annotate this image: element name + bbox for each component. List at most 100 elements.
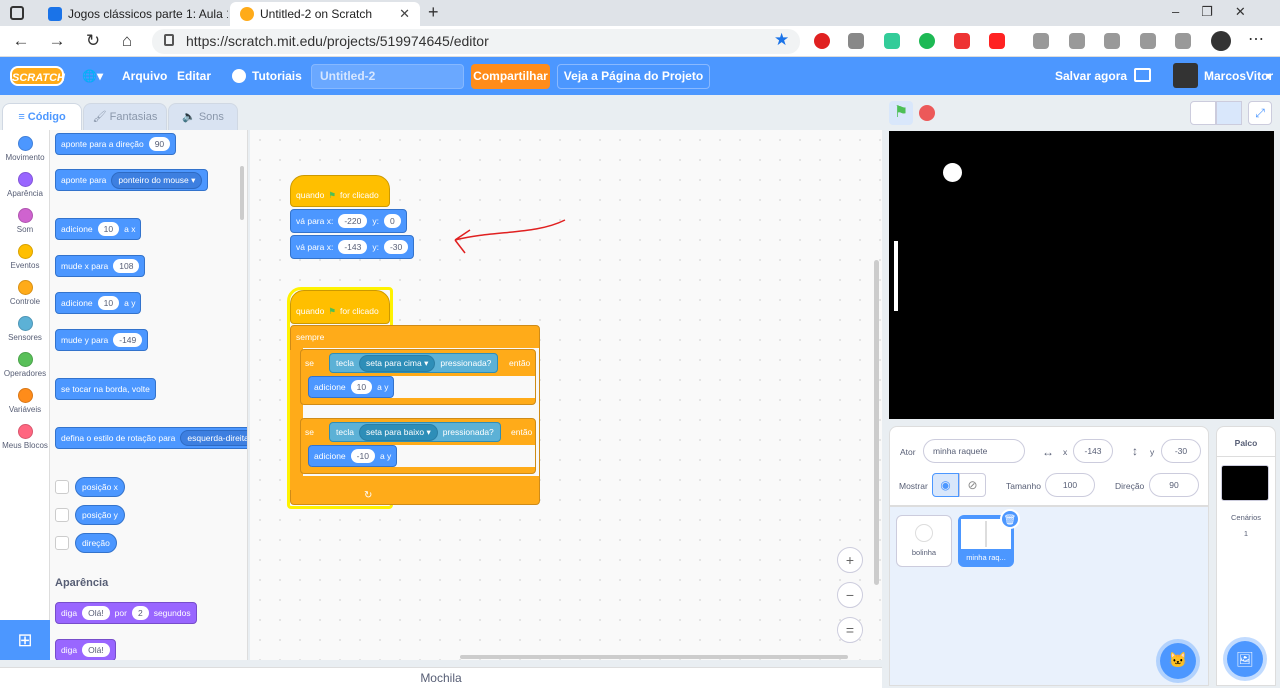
- share-button[interactable]: Compartilhar: [471, 64, 550, 89]
- favorites-icon[interactable]: [1033, 33, 1049, 49]
- reporter-direction[interactable]: direção: [75, 533, 117, 553]
- category-operators[interactable]: Operadores: [0, 352, 50, 378]
- show-eye-icon[interactable]: ◉: [932, 473, 959, 497]
- home-icon[interactable]: ⌂: [116, 30, 138, 52]
- lock-icon[interactable]: [164, 34, 174, 46]
- category-events[interactable]: Eventos: [0, 244, 50, 270]
- block-go-to-xy-2[interactable]: vá para x: -143 y: -30: [290, 235, 415, 259]
- scratch-logo[interactable]: SCRATCH: [10, 66, 65, 86]
- stage-thumbnail[interactable]: [1221, 465, 1269, 501]
- back-icon[interactable]: ←: [10, 30, 32, 52]
- tab-costumes[interactable]: 🖌 Fantasias: [83, 103, 167, 131]
- block-change-y-minus-10[interactable]: adicione -10 a y: [308, 445, 398, 467]
- block-set-rotation-style[interactable]: defina o estilo de rotação para esquerda-…: [55, 427, 247, 449]
- sprite-x-input[interactable]: -143: [1073, 439, 1113, 463]
- zoom-reset-icon[interactable]: =: [837, 617, 863, 643]
- menu-edit[interactable]: Editar: [177, 57, 211, 95]
- close-icon[interactable]: ✕: [399, 6, 410, 22]
- sensing-key-up-pressed[interactable]: tecla seta para cima ▾ pressionada?: [329, 353, 499, 373]
- zoom-in-icon[interactable]: +: [837, 547, 863, 573]
- block-set-x[interactable]: mude x para 108: [55, 255, 146, 277]
- tab-actions-icon[interactable]: [10, 6, 24, 20]
- tab-code[interactable]: ≡ Código: [2, 103, 82, 131]
- window-controls[interactable]: –❐✕: [1172, 4, 1268, 20]
- checkbox-y-position[interactable]: [55, 508, 69, 522]
- plus-extension-icon[interactable]: [954, 33, 970, 49]
- a-extension-icon[interactable]: [919, 33, 935, 49]
- code-horizontal-scrollbar[interactable]: [460, 655, 848, 659]
- translate-extension-icon[interactable]: [884, 33, 900, 49]
- category-control[interactable]: Controle: [0, 280, 50, 306]
- reload-icon[interactable]: ↻: [82, 30, 104, 52]
- code-area[interactable]: quando ⚑ for clicado vá para x: -220 y: 0 vá …: [250, 130, 882, 660]
- sprite-y-input[interactable]: -30: [1161, 439, 1201, 463]
- block-change-y-10[interactable]: adicione 10 a y: [308, 376, 395, 398]
- sprite-name-input[interactable]: minha raquete: [923, 439, 1025, 463]
- block-go-to-xy-1[interactable]: vá para x: -220 y: 0: [290, 209, 407, 233]
- hide-eye-icon[interactable]: ⊘: [959, 473, 986, 497]
- dropdown[interactable]: esquerda-direita: [180, 430, 247, 446]
- key-dropdown[interactable]: seta para cima ▾: [358, 354, 436, 372]
- key-dropdown[interactable]: seta para baixo ▾: [358, 423, 438, 441]
- tab-sounds[interactable]: 🔈 Sons: [168, 103, 238, 131]
- delete-sprite-icon[interactable]: 🗑: [1000, 509, 1020, 529]
- project-title-input[interactable]: Untitled-2: [311, 64, 464, 89]
- category-motion[interactable]: Movimento: [0, 136, 50, 162]
- category-sound[interactable]: Som: [0, 208, 50, 234]
- reporter-y-position[interactable]: posição y: [75, 505, 125, 525]
- palette-scrollbar[interactable]: [240, 166, 244, 220]
- add-sprite-icon[interactable]: 🐱: [1160, 643, 1196, 679]
- see-project-page-button[interactable]: Veja a Página do Projeto: [557, 64, 710, 89]
- sprite-size-input[interactable]: 100: [1045, 473, 1095, 497]
- favorite-star-icon[interactable]: ★: [774, 30, 789, 50]
- reporter-x-position[interactable]: posição x: [75, 477, 125, 497]
- fullscreen-icon[interactable]: ⤢: [1248, 101, 1272, 125]
- block-say-for-secs[interactable]: diga Olá! por 2 segundos: [55, 602, 197, 624]
- opera-extension-icon[interactable]: [814, 33, 830, 49]
- hat-when-flag-clicked-2[interactable]: quando ⚑ for clicado: [290, 290, 390, 324]
- block-say[interactable]: diga Olá!: [55, 639, 116, 660]
- profile-avatar[interactable]: [1211, 31, 1231, 51]
- sprite-thumb-bolinha[interactable]: bolinha: [896, 515, 952, 567]
- category-variables[interactable]: Variáveis: [0, 388, 50, 414]
- browser-tab-2[interactable]: Untitled-2 on Scratch ✕: [230, 2, 420, 26]
- category-looks[interactable]: Aparência: [0, 172, 50, 198]
- backpack-bar[interactable]: Mochila: [0, 667, 882, 688]
- save-now-button[interactable]: Salvar agora: [1055, 57, 1127, 95]
- more-menu-icon[interactable]: ⋯: [1248, 29, 1264, 49]
- settings-extension-icon[interactable]: [1104, 33, 1120, 49]
- add-extension-button[interactable]: ⊞: [0, 620, 50, 660]
- block-change-y[interactable]: adicione 10 a y: [55, 292, 142, 314]
- block-bounce[interactable]: se tocar na borda, volte: [55, 378, 156, 400]
- user-avatar[interactable]: [1173, 63, 1198, 88]
- extensions-icon[interactable]: [1175, 33, 1191, 49]
- hat-when-flag-clicked[interactable]: quando ⚑ for clicado: [290, 175, 390, 207]
- block-set-y[interactable]: mude y para -149: [55, 329, 149, 351]
- share-icon[interactable]: [1140, 33, 1156, 49]
- youtube-extension-icon[interactable]: [989, 33, 1005, 49]
- browser-tab-1[interactable]: Jogos clássicos parte 1: Aula 1 - ✕: [38, 2, 228, 26]
- stage-canvas[interactable]: [889, 131, 1274, 419]
- stop-icon[interactable]: [919, 105, 935, 121]
- user-menu[interactable]: MarcosVitor: [1204, 57, 1273, 95]
- new-tab-icon[interactable]: +: [428, 2, 439, 23]
- url-field[interactable]: https://scratch.mit.edu/projects/5199746…: [152, 29, 800, 54]
- checkbox-direction[interactable]: [55, 536, 69, 550]
- small-stage-icon[interactable]: [1190, 101, 1216, 125]
- sprite-direction-input[interactable]: 90: [1149, 473, 1199, 497]
- menu-file[interactable]: Arquivo: [122, 57, 167, 95]
- collections-icon[interactable]: [1069, 33, 1085, 49]
- block-point-towards[interactable]: aponte para ponteiro do mouse ▾: [55, 169, 209, 191]
- green-flag-icon[interactable]: ⚑: [889, 101, 913, 125]
- chevron-down-icon[interactable]: ▼: [1264, 57, 1273, 95]
- block-point-in-direction[interactable]: aponte para a direção 90: [55, 133, 177, 155]
- sensing-key-down-pressed[interactable]: tecla seta para baixo ▾ pressionada?: [329, 422, 501, 442]
- checkbox-x-position[interactable]: [55, 480, 69, 494]
- category-sensing[interactable]: Sensores: [0, 316, 50, 342]
- language-menu[interactable]: 🌐▾: [82, 57, 103, 95]
- zoom-out-icon[interactable]: −: [837, 582, 863, 608]
- menu-tutorials[interactable]: Tutoriais: [252, 57, 302, 95]
- large-stage-icon[interactable]: [1216, 101, 1242, 125]
- block-change-x[interactable]: adicione 10 a x: [55, 218, 142, 240]
- code-vertical-scrollbar[interactable]: [874, 260, 879, 585]
